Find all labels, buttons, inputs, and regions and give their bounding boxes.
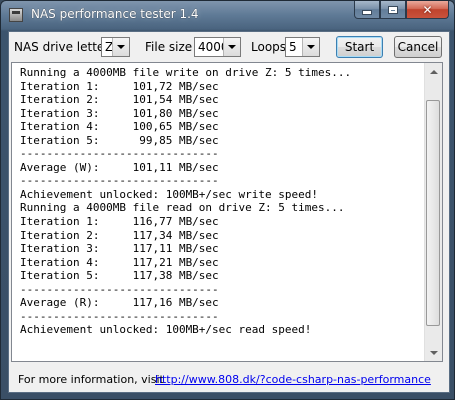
window-title: NAS performance tester 1.4 xyxy=(31,7,199,21)
scroll-down-icon[interactable] xyxy=(425,344,442,361)
output-line: ------------------------------ xyxy=(20,147,219,161)
file-size-label: File size xyxy=(145,40,193,54)
output-line: Iteration 5: 99,85 MB/sec xyxy=(20,133,219,147)
loops-label: Loops xyxy=(251,40,287,54)
output-line: Running a 4000MB file read on drive Z: 5… xyxy=(20,201,345,215)
caption-buttons: ✕ xyxy=(354,1,449,20)
output-line: Iteration 3: 117,11 MB/sec xyxy=(20,242,219,256)
maximize-button[interactable] xyxy=(380,1,406,19)
drive-letter-select[interactable]: Z xyxy=(101,37,130,57)
app-window: NAS performance tester 1.4 ✕ NAS drive l… xyxy=(0,0,455,400)
client-area: NAS drive letter Z File size 4000 Loops … xyxy=(8,31,450,393)
output-line: Iteration 1: 101,72 MB/sec xyxy=(20,79,219,93)
results-text: Running a 4000MB file write on drive Z: … xyxy=(20,66,424,337)
loops-value: 5 xyxy=(289,40,297,54)
output-line: Iteration 3: 101,80 MB/sec xyxy=(20,106,219,120)
vertical-scrollbar[interactable] xyxy=(424,63,442,361)
output-line: Iteration 5: 117,38 MB/sec xyxy=(20,269,219,283)
chevron-down-icon[interactable] xyxy=(223,38,240,56)
app-icon xyxy=(9,8,23,22)
output-line: Achievement unlocked: 100MB+/sec read sp… xyxy=(20,323,312,337)
minimize-button[interactable] xyxy=(354,1,380,19)
output-line: Achievement unlocked: 100MB+/sec write s… xyxy=(20,187,319,201)
cancel-button[interactable]: Cancel xyxy=(394,36,442,58)
output-line: Iteration 2: 117,34 MB/sec xyxy=(20,228,219,242)
output-line: Iteration 4: 117,21 MB/sec xyxy=(20,255,219,269)
output-line: Iteration 4: 100,65 MB/sec xyxy=(20,120,219,134)
output-line: Running a 4000MB file write on drive Z: … xyxy=(20,66,352,79)
footer: For more information, visit http://www.8… xyxy=(9,366,449,390)
title-bar[interactable]: NAS performance tester 1.4 ✕ xyxy=(1,1,454,31)
output-line: ------------------------------ xyxy=(20,309,219,323)
output-line: Average (W): 101,11 MB/sec xyxy=(20,160,219,174)
file-size-select[interactable]: 4000 xyxy=(194,37,241,57)
scroll-up-icon[interactable] xyxy=(425,63,442,80)
footer-info-text: For more information, visit xyxy=(18,373,164,386)
scrollbar-thumb[interactable] xyxy=(426,100,440,326)
info-link[interactable]: http://www.808.dk/?code-csharp-nas-perfo… xyxy=(155,373,431,386)
close-icon: ✕ xyxy=(422,2,433,17)
close-button[interactable]: ✕ xyxy=(406,1,449,19)
maximize-icon xyxy=(389,6,397,13)
start-button[interactable]: Start xyxy=(336,36,383,58)
settings-bar: NAS drive letter Z File size 4000 Loops … xyxy=(9,32,449,62)
output-line: ------------------------------ xyxy=(20,282,219,296)
chevron-down-icon[interactable] xyxy=(302,38,319,56)
output-line: Average (R): 117,16 MB/sec xyxy=(20,296,219,310)
output-line: Iteration 1: 116,77 MB/sec xyxy=(20,215,219,229)
output-line: Iteration 2: 101,54 MB/sec xyxy=(20,93,219,107)
minimize-icon xyxy=(362,10,372,15)
loops-select[interactable]: 5 xyxy=(285,37,320,57)
output-line: ------------------------------ xyxy=(20,174,219,188)
results-output[interactable]: Running a 4000MB file write on drive Z: … xyxy=(11,62,443,362)
drive-letter-label: NAS drive letter xyxy=(14,40,110,54)
chevron-down-icon[interactable] xyxy=(112,38,129,56)
